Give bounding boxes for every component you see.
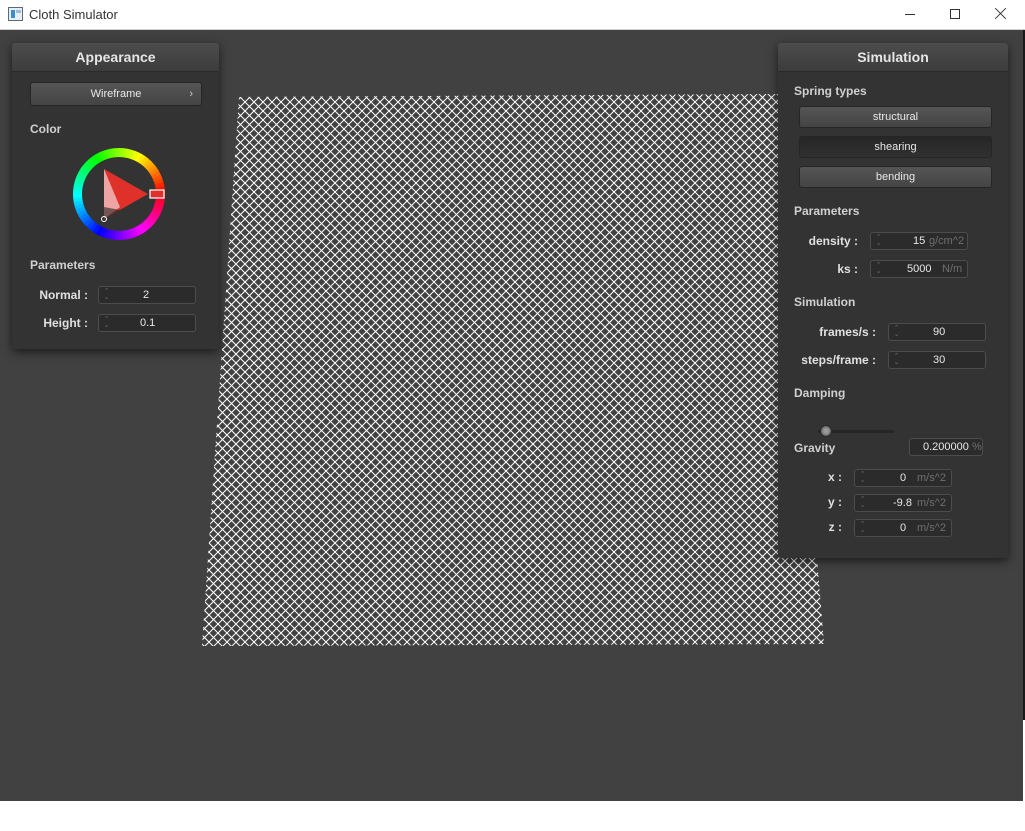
close-button[interactable] [978,0,1024,30]
frames-per-second-label: frames/s : [819,325,876,339]
simulation-panel: Simulation Spring types structural shear… [778,43,1008,558]
damping-slider-handle[interactable] [820,425,832,437]
simulation-panel-title[interactable]: Simulation [778,43,1008,72]
appearance-panel: Appearance Wireframe › Color Parameters … [12,43,219,349]
gravity-x-input[interactable]: ⌃ ⌄ 0 m/s^2 [854,469,952,487]
chevron-right-icon: › [189,88,193,100]
bending-button[interactable]: bending [799,166,992,188]
appearance-parameters-label: Parameters [30,258,96,272]
normal-input[interactable]: ⌃ ⌄ 2 [98,286,196,304]
spinner-icon[interactable]: ⌃ ⌄ [875,234,882,247]
simulation-parameters-label: Parameters [794,204,860,218]
structural-button[interactable]: structural [799,106,992,128]
normal-label: Normal : [39,288,88,302]
color-section-label: Color [30,122,62,136]
color-wheel[interactable] [72,147,166,241]
ks-label: ks : [837,262,858,276]
ks-input[interactable]: ⌃ ⌄ 5000 N/m [870,260,968,278]
gravity-z-label: z : [828,520,842,534]
spinner-icon[interactable]: ⌃ ⌄ [859,471,866,484]
maximize-icon [950,9,960,19]
gravity-y-input[interactable]: ⌃ ⌄ -9.8 m/s^2 [854,494,952,512]
maximize-button[interactable] [932,0,978,30]
gravity-label: Gravity [794,441,836,455]
gravity-x-label: x : [827,470,842,484]
shearing-button[interactable]: shearing [799,136,992,158]
gravity-y-unit: m/s^2 [917,497,946,509]
spinner-icon[interactable]: ⌃ ⌄ [875,262,882,275]
appearance-panel-title[interactable]: Appearance [12,43,219,72]
gravity-x-unit: m/s^2 [917,472,946,484]
damping-unit: % [972,441,982,453]
simulation-section-label: Simulation [794,295,856,309]
damping-input[interactable]: 0.200000 % [909,438,983,456]
density-label: density : [808,234,858,248]
gravity-z-input[interactable]: ⌃ ⌄ 0 m/s^2 [854,519,952,537]
spinner-icon[interactable]: ⌃ ⌄ [103,288,110,301]
frames-per-second-input[interactable]: ⌃ ⌄ 90 [888,323,986,341]
spring-types-label: Spring types [794,84,867,98]
simulation-viewport[interactable]: Appearance Wireframe › Color Parameters … [0,30,1023,801]
height-label: Height : [43,316,88,330]
spinner-icon[interactable]: ⌃ ⌄ [893,325,900,338]
render-mode-dropdown[interactable]: Wireframe › [30,82,202,106]
steps-per-frame-label: steps/frame : [801,353,876,367]
gravity-y-label: y : [827,495,842,509]
window-title: Cloth Simulator [29,7,118,22]
hue-selector-handle[interactable] [149,189,165,199]
app-icon [8,7,23,21]
ks-unit: N/m [942,263,963,275]
spinner-icon[interactable]: ⌃ ⌄ [893,353,900,366]
spinner-icon[interactable]: ⌃ ⌄ [103,316,110,329]
title-bar: Cloth Simulator [0,0,1025,30]
window-bottom [0,801,1025,831]
density-unit: g/cm^2 [929,235,965,247]
density-input[interactable]: ⌃ ⌄ 15 g/cm^2 [870,232,968,250]
damping-label: Damping [794,386,846,400]
minimize-icon [905,14,915,15]
gravity-z-unit: m/s^2 [917,522,946,534]
spinner-icon[interactable]: ⌃ ⌄ [859,521,866,534]
steps-per-frame-input[interactable]: ⌃ ⌄ 30 [888,351,986,369]
minimize-button[interactable] [887,0,933,30]
spinner-icon[interactable]: ⌃ ⌄ [859,496,866,509]
height-input[interactable]: ⌃ ⌄ 0.1 [98,314,196,332]
render-mode-label: Wireframe [90,88,142,100]
